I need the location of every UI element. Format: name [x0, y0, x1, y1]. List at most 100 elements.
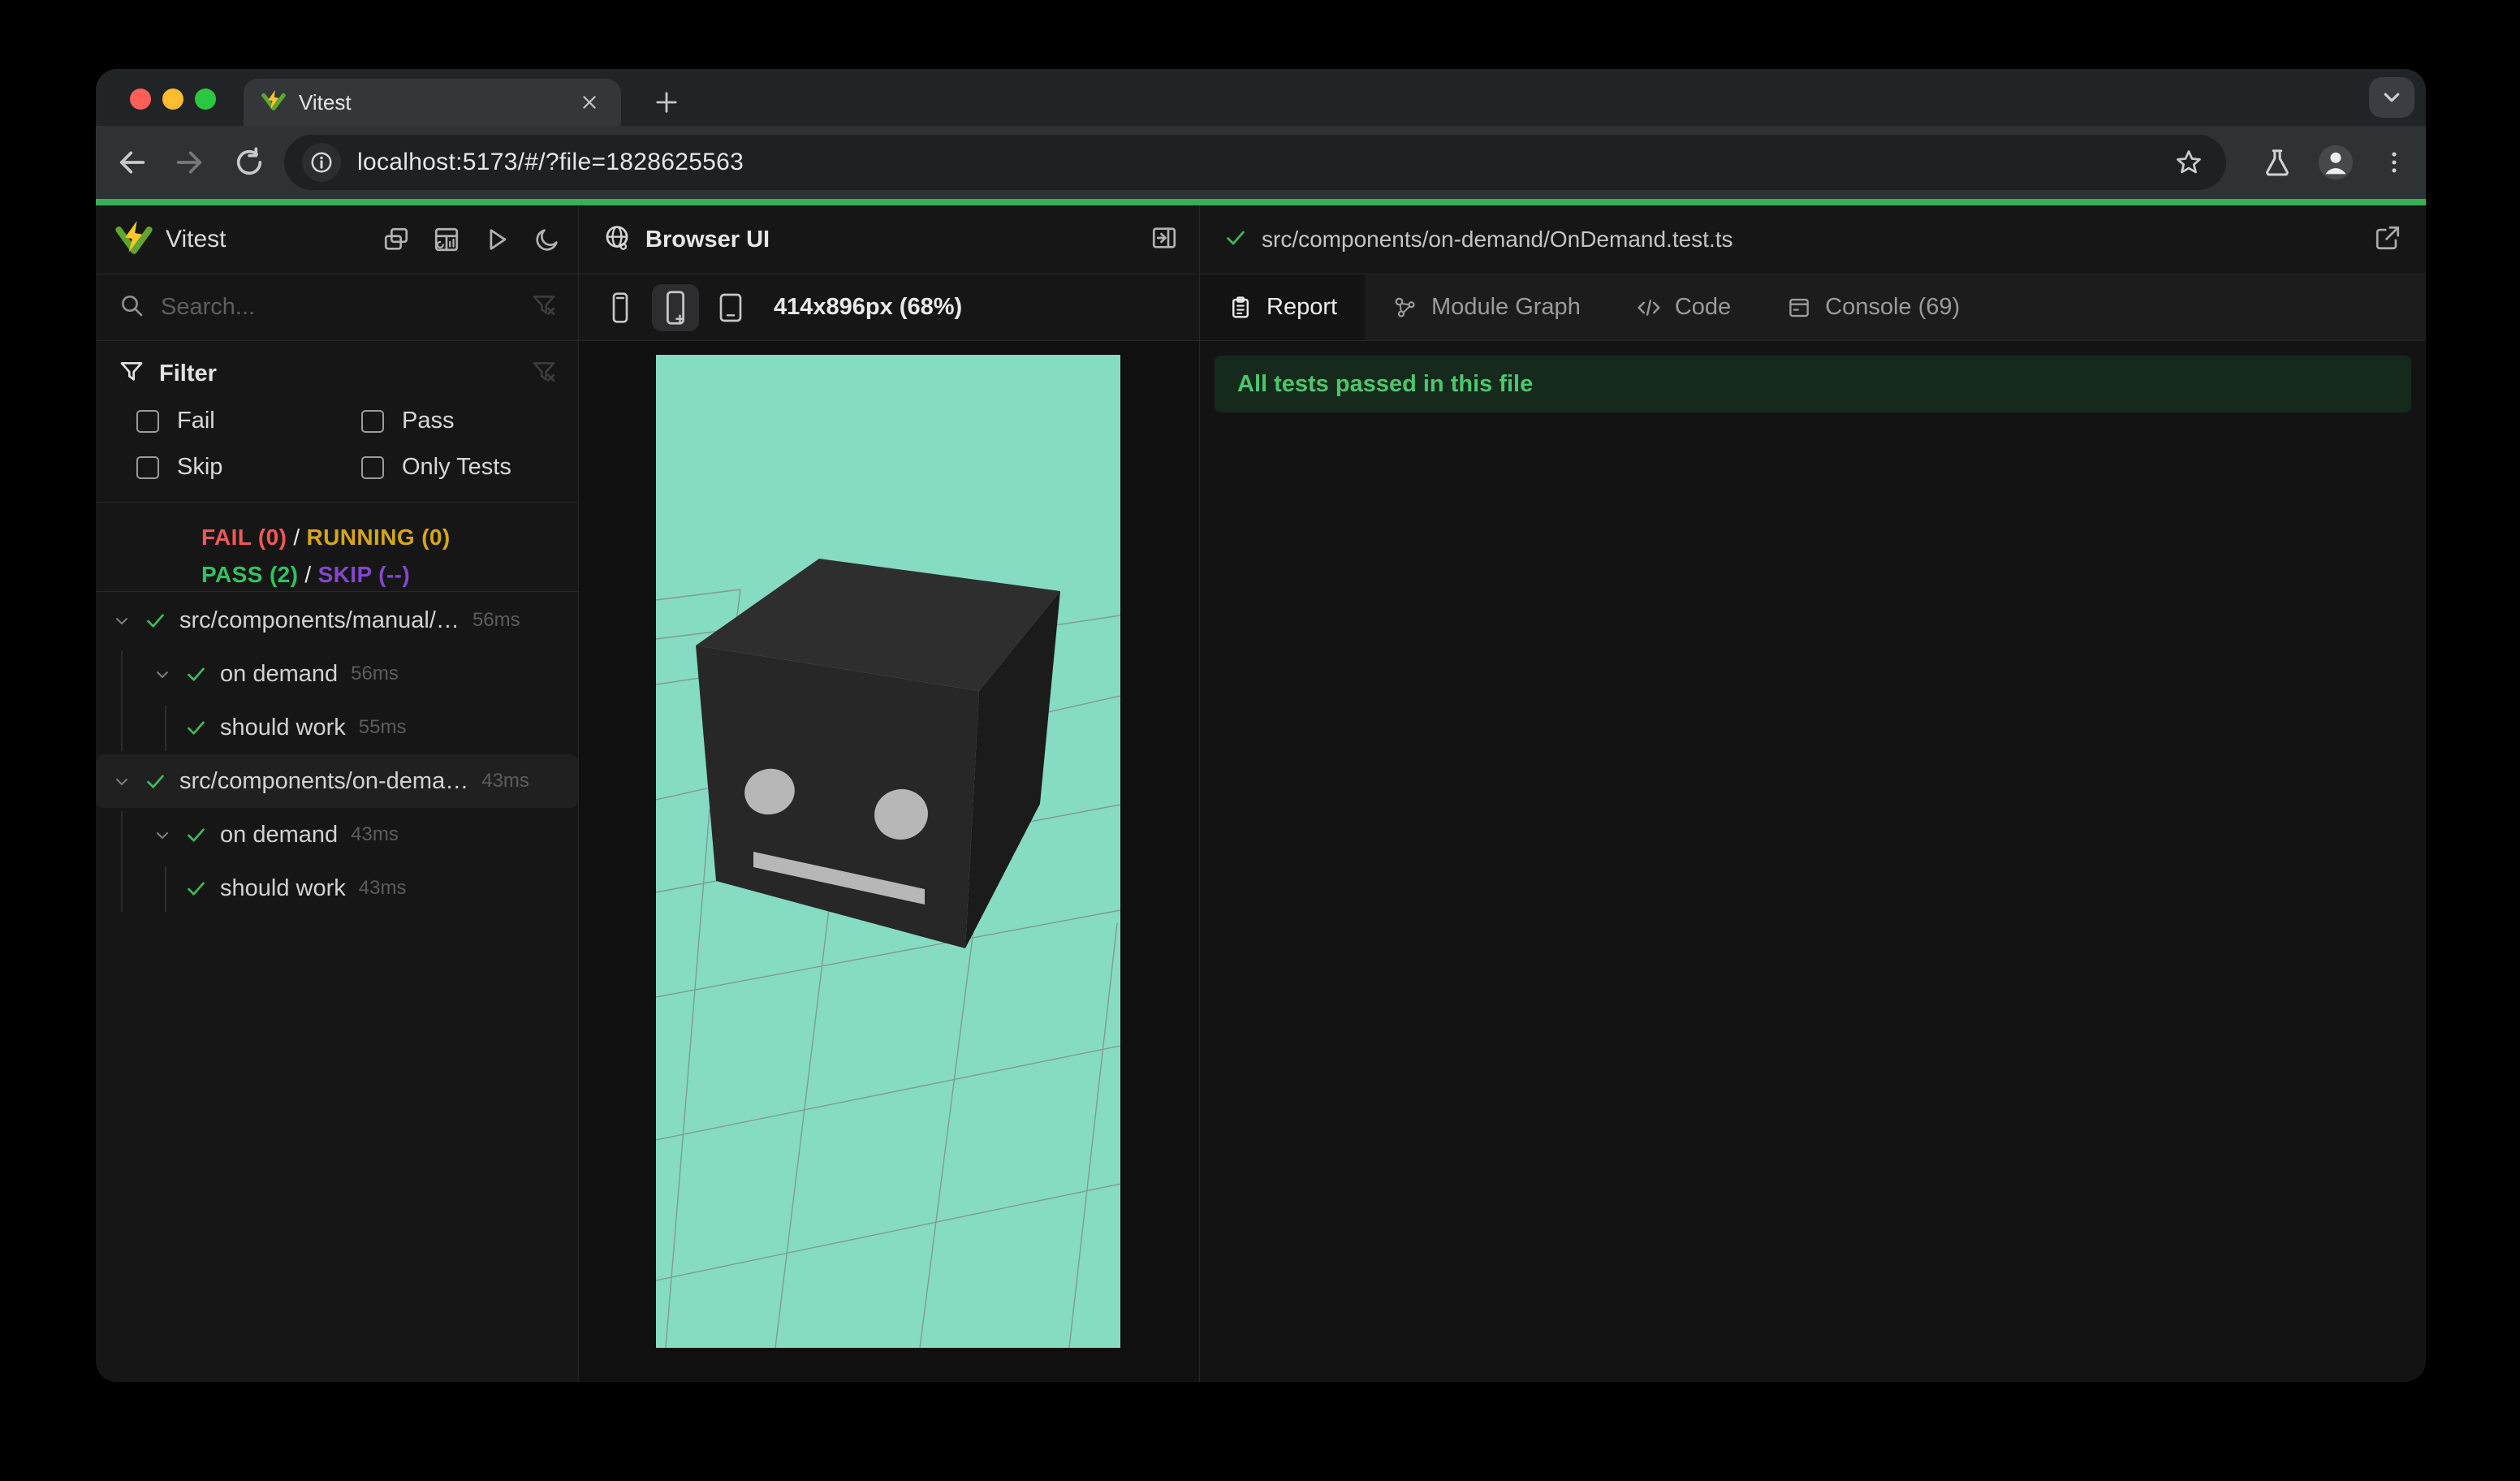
test-case-row[interactable]: should work 55ms [96, 701, 578, 754]
test-label: src/components/manual/… [179, 607, 460, 633]
test-tree: src/components/manual/… 56ms on demand 5… [96, 592, 578, 1382]
summary-line-1: FAIL (0) / RUNNING (0) [201, 525, 451, 550]
test-file-path: src/components/on-demand/OnDemand.test.t… [1262, 227, 1733, 252]
expand-panel-icon[interactable] [1150, 224, 1178, 256]
filter-section: Filter Fail Pass Skip Only Tests [96, 341, 578, 503]
site-info-icon[interactable] [302, 143, 341, 182]
chevron-down-icon[interactable] [153, 664, 172, 684]
test-duration: 43ms [358, 877, 407, 899]
tab-title: Vitest [299, 89, 352, 114]
checkbox[interactable] [136, 456, 159, 479]
preview-viewport [579, 341, 1199, 1382]
report-content: All tests passed in this file [1200, 341, 2426, 1382]
browser-tab[interactable]: Vitest [244, 79, 621, 126]
close-window-button[interactable] [130, 89, 151, 110]
checkbox[interactable] [361, 456, 384, 479]
vitest-logo-icon [115, 219, 153, 261]
filter-checkbox-pass[interactable]: Pass [343, 408, 557, 434]
experiments-flask-icon[interactable] [2259, 144, 2296, 181]
run-all-icon[interactable] [482, 225, 511, 254]
viewport-size-label: 414x896px (68%) [774, 294, 963, 320]
browser-window: Vitest localhost:5173/#/?file=1828625563 [96, 69, 2426, 1382]
test-duration: 43ms [481, 770, 529, 792]
vitest-ui: Vitest Search... Filter Fail Pass Skip O… [96, 205, 2426, 1382]
chevron-down-icon[interactable] [112, 611, 132, 630]
chevron-down-icon[interactable] [153, 825, 172, 844]
tab-search-button[interactable] [2369, 77, 2414, 118]
address-bar[interactable]: localhost:5173/#/?file=1828625563 [284, 135, 2226, 190]
test-label: src/components/on-dema… [179, 767, 469, 794]
clear-search-filter-icon[interactable] [531, 292, 557, 322]
pass-check-icon [145, 610, 166, 632]
forward-button[interactable] [170, 144, 208, 181]
test-duration: 56ms [472, 609, 520, 631]
pass-check-icon [185, 717, 207, 739]
pass-check-icon [185, 824, 207, 846]
checkbox[interactable] [361, 409, 384, 433]
filter-title: Filter [159, 360, 217, 386]
code-icon [1636, 295, 1662, 321]
browser-ui-title: Browser UI [645, 226, 770, 253]
report-layout-icon[interactable] [432, 225, 461, 254]
test-suite-row[interactable]: on demand 56ms [96, 647, 578, 701]
desktop: { "colors": { "accent_green": "#34b255",… [0, 0, 2520, 1481]
tab-close-icon[interactable] [576, 89, 603, 116]
reload-button[interactable] [231, 144, 268, 181]
sidebar: Vitest Search... Filter Fail Pass Skip O… [96, 205, 579, 1382]
dashboard-windows-icon[interactable] [382, 225, 411, 254]
tab-console[interactable]: Console (69) [1758, 274, 1987, 340]
test-case-row[interactable]: should work 43ms [96, 861, 578, 915]
console-icon [1786, 295, 1812, 321]
test-duration: 55ms [358, 716, 407, 738]
browser-preview-scene [656, 355, 1120, 1348]
tab-code[interactable]: Code [1608, 274, 1758, 340]
viewport-preset-small-mobile[interactable] [597, 284, 644, 331]
browser-tabstrip: Vitest [96, 69, 2426, 126]
test-file-row[interactable]: src/components/manual/… 56ms [96, 594, 578, 647]
new-tab-button[interactable] [645, 80, 688, 124]
chevron-down-icon[interactable] [112, 771, 132, 791]
test-label: on demand [220, 821, 339, 848]
viewport-preset-large-mobile-selected[interactable] [652, 283, 699, 331]
back-button[interactable] [114, 144, 151, 181]
window-controls [130, 89, 216, 110]
minimize-window-button[interactable] [162, 89, 183, 110]
test-label: on demand [220, 660, 339, 687]
test-suite-row[interactable]: on demand 43ms [96, 808, 578, 861]
report-clipboard-icon [1228, 295, 1254, 321]
tab-module-graph[interactable]: Module Graph [1365, 274, 1608, 340]
test-label: should work [220, 874, 346, 901]
bookmark-star-icon[interactable] [2171, 145, 2207, 180]
browser-menu-icon[interactable] [2375, 144, 2413, 181]
filter-checkbox-only-tests[interactable]: Only Tests [343, 454, 557, 481]
all-tests-passed-banner: All tests passed in this file [1215, 356, 2411, 412]
open-external-icon[interactable] [2374, 224, 2401, 256]
test-duration: 56ms [351, 663, 399, 684]
test-summary: FAIL (0) / RUNNING (0) PASS (2) / SKIP (--) [96, 503, 578, 592]
pass-check-icon [185, 878, 207, 900]
test-file-row-selected[interactable]: src/components/on-dema… 43ms [96, 754, 578, 808]
test-label: should work [220, 714, 346, 740]
browser-ui-pane: Browser UI 414x896px (68%) [579, 205, 1200, 1382]
app-title: Vitest [166, 226, 227, 253]
summary-line-2: PASS (2) / SKIP (--) [201, 562, 411, 587]
vitest-favicon-icon [261, 89, 286, 117]
browser-toolbar: localhost:5173/#/?file=1828625563 [96, 126, 2426, 199]
file-pass-check-icon [1224, 227, 1247, 253]
theme-toggle-moon-icon[interactable] [533, 225, 562, 254]
preview-iframe[interactable] [656, 355, 1120, 1348]
search-input[interactable] [161, 294, 531, 321]
viewport-preset-tablet[interactable] [707, 284, 754, 331]
clear-filter-icon[interactable] [531, 359, 557, 389]
tab-report[interactable]: Report [1200, 274, 1366, 340]
url-text[interactable]: localhost:5173/#/?file=1828625563 [357, 149, 744, 176]
filter-checkbox-skip[interactable]: Skip [119, 454, 343, 481]
profile-avatar[interactable] [2317, 144, 2354, 181]
report-pane: src/components/on-demand/OnDemand.test.t… [1200, 205, 2426, 1382]
pass-check-icon [145, 771, 166, 792]
checkbox[interactable] [136, 409, 159, 433]
search-icon [119, 292, 145, 322]
zoom-window-button[interactable] [195, 89, 216, 110]
filter-checkbox-fail[interactable]: Fail [119, 408, 343, 434]
pass-check-icon [185, 663, 207, 685]
